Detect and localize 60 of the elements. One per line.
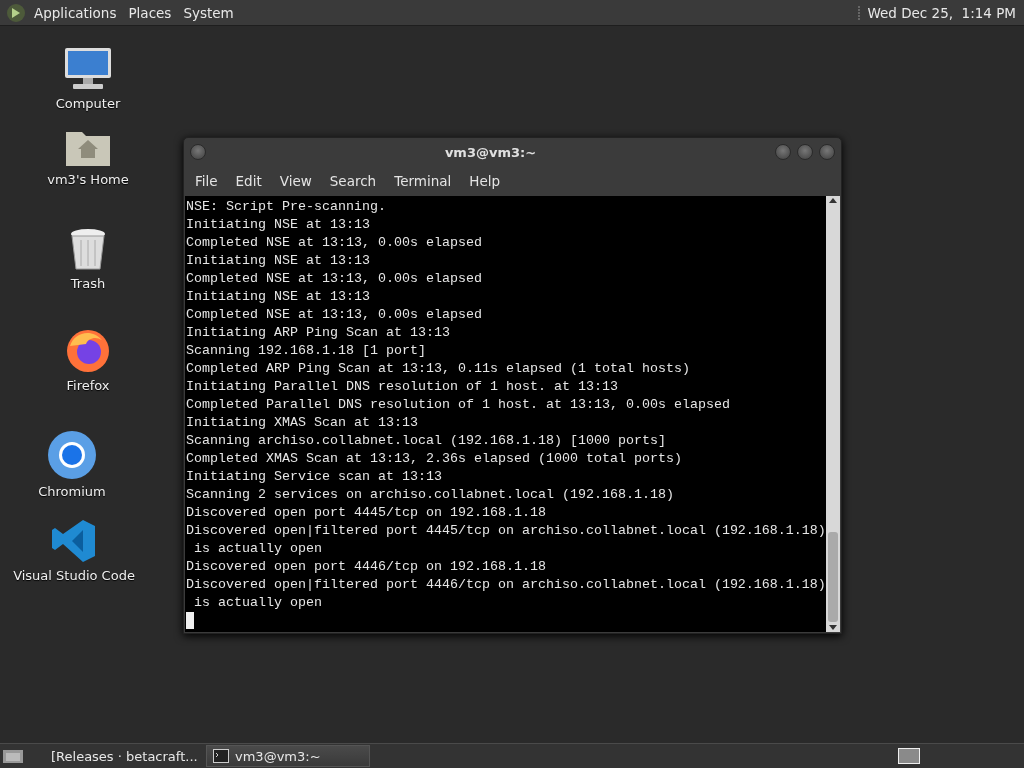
terminal-menu-item[interactable]: Search bbox=[321, 173, 384, 189]
terminal-menu-item[interactable]: Edit bbox=[227, 173, 269, 189]
window-menu-button[interactable] bbox=[190, 144, 206, 160]
scroll-up-arrow-icon[interactable] bbox=[828, 196, 838, 206]
scrollbar-thumb[interactable] bbox=[828, 532, 838, 622]
panel-menu[interactable]: Applications bbox=[28, 4, 123, 21]
show-desktop-icon[interactable] bbox=[2, 747, 24, 765]
computer-icon-label[interactable]: Computer bbox=[55, 96, 121, 111]
terminal-output-line: Discovered open|filtered port 4445/tcp on archiso.collabnet.local (192.168.1.18) bbox=[186, 522, 826, 540]
terminal-output-line: Discovered open port 4445/tcp on 192.168.1.18 bbox=[186, 504, 547, 522]
terminal-output-line: Scanning archiso.collabnet.local (192.168.1.18) [1000 ports] bbox=[186, 432, 667, 450]
app-menu-logo-icon[interactable] bbox=[6, 2, 26, 23]
clock[interactable]: Wed Dec 25, 1:14 PM bbox=[867, 4, 1018, 21]
terminal-output-line: Initiating NSE at 13:13 bbox=[186, 288, 371, 306]
terminal-output-line: Completed NSE at 13:13, 0.00s elapsed bbox=[186, 270, 483, 288]
terminal-output-line: Completed NSE at 13:13, 0.00s elapsed bbox=[186, 306, 483, 324]
workspace-switcher[interactable] bbox=[898, 748, 920, 764]
scroll-down-arrow-icon[interactable] bbox=[828, 622, 838, 632]
terminal-icon bbox=[213, 749, 229, 763]
close-button[interactable] bbox=[819, 144, 835, 160]
terminal-menu-item[interactable]: File bbox=[187, 173, 225, 189]
terminal-menu-item[interactable]: View bbox=[271, 173, 319, 189]
terminal-output-line: Discovered open|filtered port 4446/tcp on archiso.collabnet.local (192.168.1.18) bbox=[186, 576, 826, 594]
terminal-output-line: is actually open bbox=[193, 540, 323, 558]
terminal-output-line: Initiating Parallel DNS resolution of 1 host. at 13:13 bbox=[186, 378, 619, 396]
chromium-icon bbox=[47, 430, 97, 480]
terminal-menu-item[interactable]: Help bbox=[461, 173, 508, 189]
trash-icon-label[interactable]: Trash bbox=[70, 276, 106, 291]
code-editor-icon-label[interactable]: Visual Studio Code bbox=[13, 568, 135, 583]
terminal-output-line: Initiating ARP Ping Scan at 13:13 bbox=[186, 324, 451, 342]
panel-menu[interactable]: System bbox=[177, 4, 240, 21]
terminal-output-line: NSE: Script Pre-scanning. bbox=[186, 198, 387, 216]
taskbar-window-button[interactable]: [Releases · betacraft... bbox=[38, 745, 202, 767]
window-title: vm3@vm3:~ bbox=[443, 144, 538, 160]
minimize-button[interactable] bbox=[775, 144, 791, 160]
chromium-icon-label[interactable]: Chromium bbox=[38, 484, 106, 499]
computer-icon bbox=[63, 46, 113, 92]
terminal-output-line: is actually open bbox=[193, 594, 323, 612]
terminal-output-line: Scanning 192.168.1.18 [1 port] bbox=[186, 342, 427, 360]
terminal-output-line: Completed ARP Ping Scan at 13:13, 0.11s elapsed (1 total hosts) bbox=[186, 360, 691, 378]
panel-menu[interactable]: Places bbox=[122, 4, 178, 21]
text-cursor bbox=[186, 612, 194, 629]
terminal-output-line: Completed NSE at 13:13, 0.00s elapsed bbox=[186, 234, 483, 252]
taskbar-window-button[interactable]: vm3@vm3:~ bbox=[206, 745, 370, 767]
terminal-output-line: Initiating XMAS Scan at 13:13 bbox=[186, 414, 419, 432]
terminal-output-line: Completed XMAS Scan at 13:13, 2.36s elapsed (1000 total ports) bbox=[186, 450, 683, 468]
terminal-output-line: Scanning 2 services on archiso.collabnet.local (192.168.1.18) bbox=[186, 486, 675, 504]
maximize-button[interactable] bbox=[797, 144, 813, 160]
trash-icon bbox=[68, 226, 108, 272]
firefox-icon-label[interactable]: Firefox bbox=[66, 378, 110, 393]
home-icon-label[interactable]: vm3's Home bbox=[47, 172, 129, 187]
terminal-output-line: Initiating Service scan at 13:13 bbox=[186, 468, 443, 486]
terminal-output-line: Initiating NSE at 13:13 bbox=[186, 252, 371, 270]
panel-handle-icon bbox=[857, 4, 862, 21]
code-editor-icon bbox=[51, 518, 97, 564]
scrollbar[interactable] bbox=[826, 196, 840, 632]
terminal-output-line: Discovered open port 4446/tcp on 192.168.1.18 bbox=[186, 558, 547, 576]
terminal-output-line: Completed Parallel DNS resolution of 1 host. at 13:13, 0.00s elapsed bbox=[186, 396, 731, 414]
terminal-output-line: Initiating NSE at 13:13 bbox=[186, 216, 371, 234]
terminal-menu-item[interactable]: Terminal bbox=[386, 173, 459, 189]
